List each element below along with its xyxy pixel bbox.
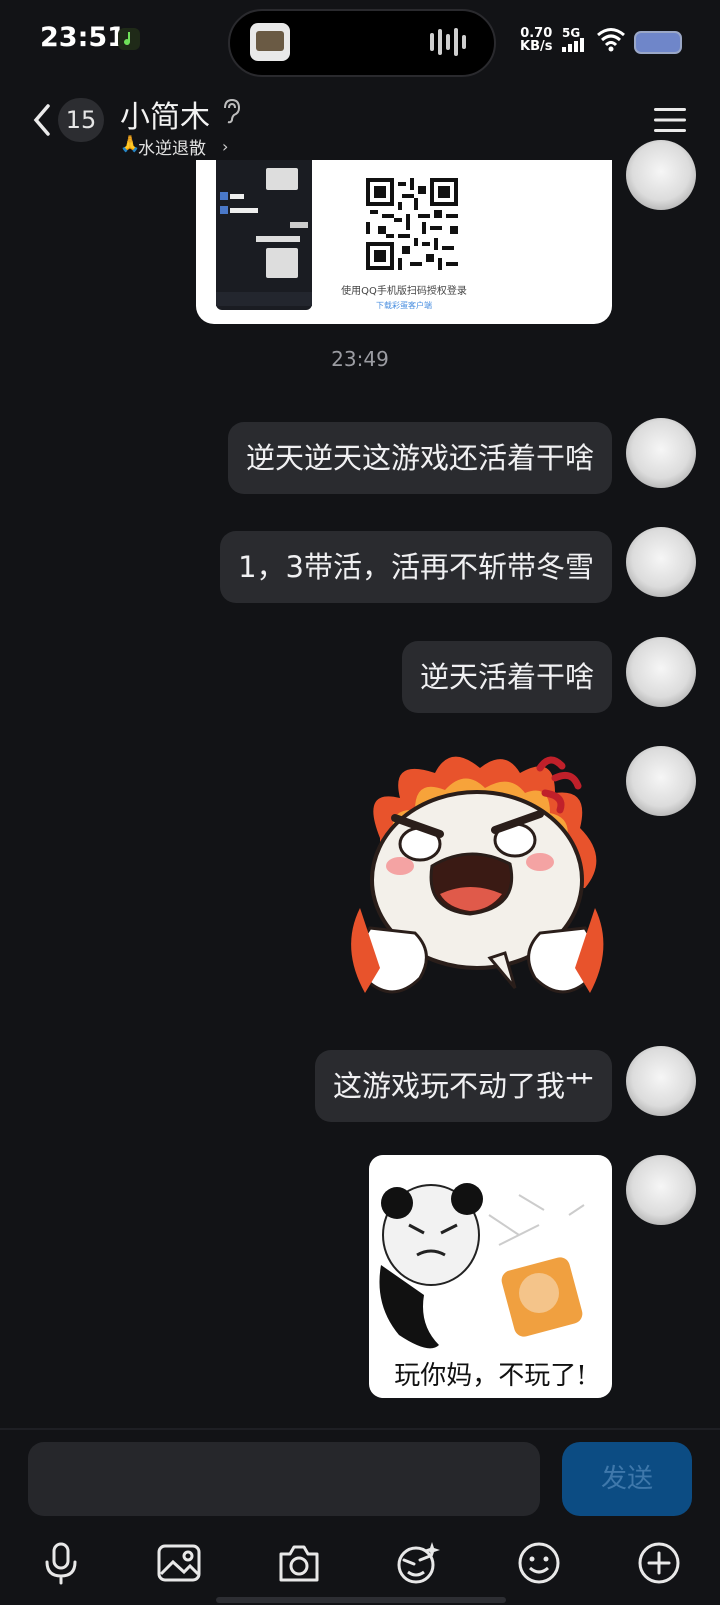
qr-code (366, 178, 458, 270)
chat-subtitle[interactable]: 水逆退散 (138, 134, 206, 159)
battery-icon (634, 31, 682, 54)
card-login-text: 使用QQ手机版扫码授权登录 (341, 286, 467, 297)
avatar[interactable] (626, 1155, 696, 1225)
menu-icon[interactable] (654, 106, 686, 134)
unread-count-badge[interactable]: 15 (58, 98, 104, 142)
avatar[interactable] (626, 1046, 696, 1116)
music-app-icon (118, 28, 140, 50)
message-bubble[interactable]: 逆天活着干啥 (401, 641, 612, 713)
avatar[interactable] (626, 418, 696, 488)
now-playing-thumbnail (250, 23, 290, 61)
dynamic-island[interactable] (228, 9, 496, 77)
message-bubble[interactable]: 1，3带活，活再不斩带冬雪 (220, 531, 612, 603)
network-speed-unit: KB/s (520, 39, 553, 54)
send-button[interactable]: 发送 (562, 1442, 692, 1516)
shared-screenshot-card[interactable]: 使用QQ手机版扫码授权登录 下载彩蛋客户端 (196, 160, 612, 324)
image-icon[interactable] (156, 1540, 202, 1586)
home-indicator[interactable] (216, 1597, 506, 1603)
back-button[interactable] (26, 102, 62, 138)
plus-icon[interactable] (636, 1540, 682, 1586)
avatar[interactable] (626, 140, 696, 210)
chat-title[interactable]: 小简木 (120, 92, 210, 136)
message-input[interactable] (28, 1442, 540, 1516)
avatar[interactable] (626, 746, 696, 816)
microphone-icon[interactable] (38, 1540, 84, 1586)
ear-icon (220, 98, 242, 124)
timestamp-divider: 23:49 (331, 347, 389, 371)
status-time: 23:51 (40, 22, 126, 53)
message-bubble[interactable]: 逆天逆天这游戏还活着干啥 (227, 422, 612, 494)
avatar[interactable] (626, 527, 696, 597)
chevron-right-icon: › (222, 137, 229, 156)
image-caption: 玩你妈，不玩了! (394, 1361, 587, 1391)
signal-icon (562, 38, 588, 52)
card-download-link[interactable]: 下载彩蛋客户端 (196, 300, 612, 311)
pray-emoji: 🙏 (120, 134, 140, 153)
wifi-icon (596, 26, 626, 56)
camera-icon[interactable] (276, 1540, 322, 1586)
input-divider (0, 1428, 720, 1430)
network-speed: 0.70 KB/s (520, 27, 552, 53)
avatar[interactable] (626, 637, 696, 707)
message-bubble[interactable]: 这游戏玩不动了我艹 (314, 1050, 612, 1122)
rage-sticker[interactable] (340, 748, 614, 1016)
emoji-icon[interactable] (516, 1540, 562, 1586)
panda-meme-image[interactable]: 玩你妈，不玩了! (369, 1155, 612, 1398)
sticker-icon[interactable] (394, 1540, 440, 1586)
